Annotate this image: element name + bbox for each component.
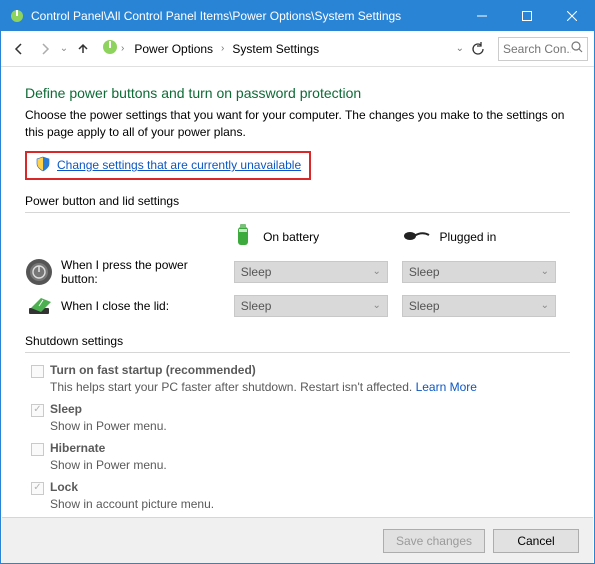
search-icon[interactable] — [571, 41, 583, 56]
hibernate-option: Hibernate — [31, 441, 570, 456]
lock-desc: Show in account picture menu. — [50, 497, 570, 511]
maximize-button[interactable] — [504, 1, 549, 31]
power-button-battery-dropdown[interactable]: Sleep ⌄ — [234, 261, 388, 283]
divider — [25, 352, 570, 353]
power-options-icon — [9, 8, 25, 24]
window-titlebar: Control Panel\All Control Panel Items\Po… — [1, 1, 594, 31]
save-changes-button[interactable]: Save changes — [383, 529, 485, 553]
on-battery-label: On battery — [263, 230, 319, 244]
fast-startup-desc: This helps start your PC faster after sh… — [50, 380, 570, 394]
fast-startup-checkbox[interactable] — [31, 365, 44, 378]
check-icon: ✓ — [33, 405, 41, 415]
hibernate-desc: Show in Power menu. — [50, 458, 570, 472]
history-dropdown[interactable]: ⌄ — [59, 43, 69, 54]
sleep-checkbox[interactable]: ✓ — [31, 404, 44, 417]
power-button-icon — [25, 258, 53, 286]
lock-checkbox[interactable]: ✓ — [31, 482, 44, 495]
footer-bar: Save changes Cancel — [2, 517, 593, 563]
on-battery-column: On battery — [233, 223, 401, 252]
breadcrumb-item-power-options[interactable]: Power Options — [130, 40, 217, 58]
hibernate-checkbox[interactable] — [31, 443, 44, 456]
hibernate-label: Hibernate — [50, 441, 105, 455]
plugged-in-label: Plugged in — [440, 230, 497, 244]
address-icon — [101, 38, 119, 59]
group-title: Power button and lid settings — [25, 194, 570, 208]
breadcrumb-item-system-settings[interactable]: System Settings — [228, 40, 323, 58]
learn-more-link[interactable]: Learn More — [416, 380, 477, 394]
fast-startup-option: Turn on fast startup (recommended) — [31, 363, 570, 378]
fast-startup-label: Turn on fast startup (recommended) — [50, 363, 256, 377]
close-lid-label: When I close the lid: — [61, 299, 169, 313]
chevron-right-icon[interactable]: › — [121, 43, 124, 54]
content-area: Define power buttons and turn on passwor… — [1, 67, 594, 511]
shield-icon — [35, 156, 51, 175]
chevron-down-icon: ⌄ — [541, 266, 549, 277]
search-box[interactable] — [498, 37, 588, 61]
plug-icon — [402, 227, 430, 248]
chevron-down-icon[interactable]: ⌄ — [456, 43, 464, 54]
close-lid-plugged-dropdown[interactable]: Sleep ⌄ — [402, 295, 556, 317]
battery-icon — [233, 223, 253, 252]
back-button[interactable] — [7, 37, 31, 61]
power-button-lid-group: Power button and lid settings On battery… — [25, 194, 570, 320]
power-button-row: When I press the power button: Sleep ⌄ Sl… — [25, 258, 570, 286]
chevron-down-icon: ⌄ — [372, 266, 380, 277]
minimize-button[interactable] — [459, 1, 504, 31]
dropdown-value: Sleep — [409, 299, 440, 313]
columns-header: On battery Plugged in — [25, 223, 570, 252]
forward-button[interactable] — [33, 37, 57, 61]
chevron-right-icon[interactable]: › — [221, 43, 224, 54]
navigation-bar: ⌄ › Power Options › System Settings ⌄ — [1, 31, 594, 67]
fast-startup-desc-text: This helps start your PC faster after sh… — [50, 380, 416, 394]
close-button[interactable] — [549, 1, 594, 31]
check-icon: ✓ — [33, 483, 41, 493]
chevron-down-icon: ⌄ — [541, 300, 549, 311]
lock-option: ✓ Lock — [31, 480, 570, 495]
dropdown-value: Sleep — [409, 265, 440, 279]
window-title: Control Panel\All Control Panel Items\Po… — [31, 9, 459, 23]
breadcrumb: Power Options › System Settings — [126, 40, 453, 58]
divider — [25, 212, 570, 213]
close-lid-row: When I close the lid: Sleep ⌄ Sleep ⌄ — [25, 292, 570, 320]
page-heading: Define power buttons and turn on passwor… — [25, 85, 570, 101]
change-settings-highlight: Change settings that are currently unava… — [25, 151, 311, 180]
up-button[interactable] — [71, 37, 95, 61]
laptop-lid-icon — [25, 292, 53, 320]
dropdown-value: Sleep — [241, 265, 272, 279]
lock-label: Lock — [50, 480, 78, 494]
power-button-label: When I press the power button: — [61, 258, 211, 286]
power-button-plugged-dropdown[interactable]: Sleep ⌄ — [402, 261, 556, 283]
sleep-option: ✓ Sleep — [31, 402, 570, 417]
sleep-label: Sleep — [50, 402, 82, 416]
sleep-desc: Show in Power menu. — [50, 419, 570, 433]
page-subtext: Choose the power settings that you want … — [25, 107, 570, 141]
chevron-down-icon: ⌄ — [372, 300, 380, 311]
change-settings-link[interactable]: Change settings that are currently unava… — [57, 158, 301, 172]
dropdown-value: Sleep — [241, 299, 272, 313]
plugged-in-column: Plugged in — [402, 227, 570, 248]
search-input[interactable] — [503, 42, 571, 56]
group-title: Shutdown settings — [25, 334, 570, 348]
cancel-button[interactable]: Cancel — [493, 529, 579, 553]
refresh-button[interactable] — [466, 37, 490, 61]
shutdown-settings-group: Shutdown settings Turn on fast startup (… — [25, 334, 570, 511]
close-lid-battery-dropdown[interactable]: Sleep ⌄ — [234, 295, 388, 317]
